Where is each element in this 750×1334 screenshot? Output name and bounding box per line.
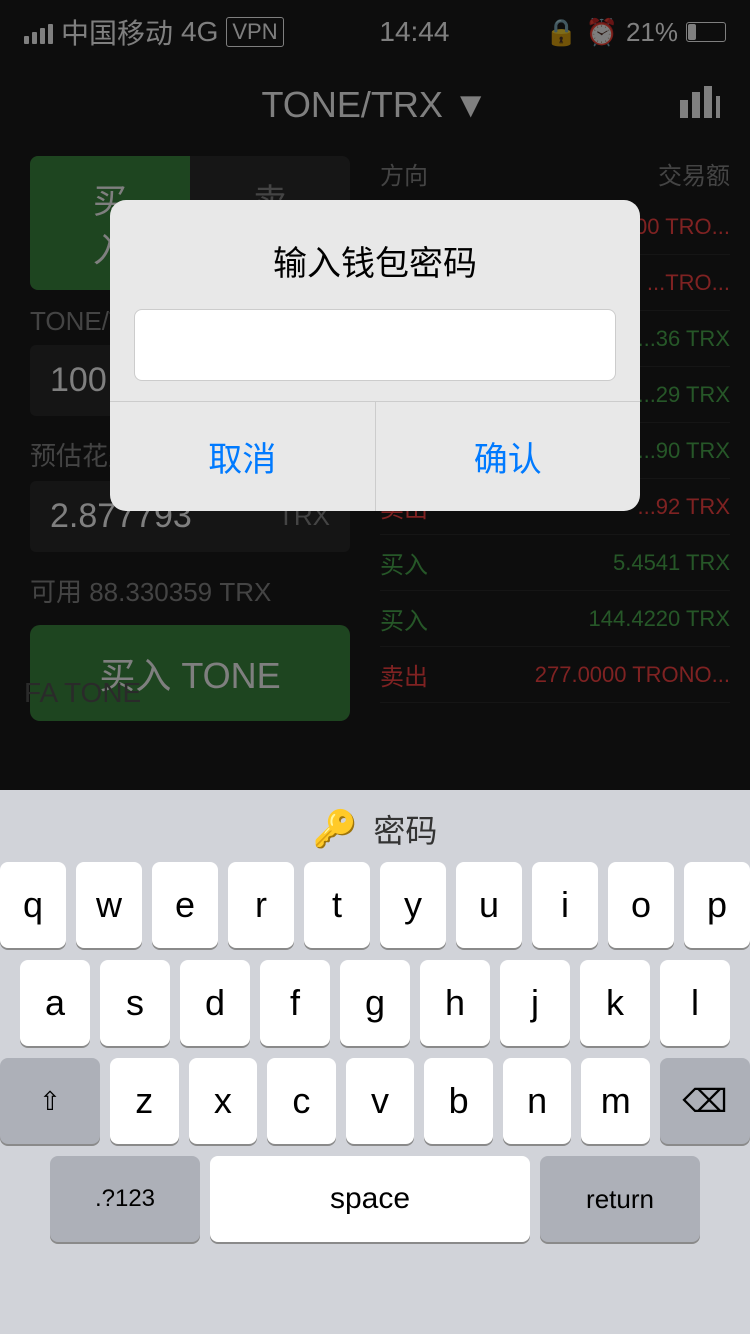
key-row-3: ⇧ z x c v b n m ⌫ bbox=[0, 1058, 750, 1144]
key-n[interactable]: n bbox=[503, 1058, 572, 1144]
key-b[interactable]: b bbox=[424, 1058, 493, 1144]
key-j[interactable]: j bbox=[500, 960, 570, 1046]
key-v[interactable]: v bbox=[346, 1058, 415, 1144]
keyboard-hint: 🔑 密码 bbox=[0, 790, 750, 862]
numpad-toggle-key[interactable]: .?123 bbox=[50, 1156, 200, 1242]
shift-key[interactable]: ⇧ bbox=[0, 1058, 100, 1144]
key-l[interactable]: l bbox=[660, 960, 730, 1046]
return-key[interactable]: return bbox=[540, 1156, 700, 1242]
key-z[interactable]: z bbox=[110, 1058, 179, 1144]
key-d[interactable]: d bbox=[180, 960, 250, 1046]
key-s[interactable]: s bbox=[100, 960, 170, 1046]
key-row-2: a s d f g h j k l bbox=[0, 960, 750, 1046]
key-row-4: .?123 space return bbox=[0, 1156, 750, 1242]
cancel-button[interactable]: 取消 bbox=[110, 402, 376, 511]
key-t[interactable]: t bbox=[304, 862, 370, 948]
dialog-title: 输入钱包密码 bbox=[110, 200, 640, 309]
key-w[interactable]: w bbox=[76, 862, 142, 948]
space-key[interactable]: space bbox=[210, 1156, 530, 1242]
keyboard-hint-label: 密码 bbox=[373, 806, 437, 852]
password-dialog: 输入钱包密码 取消 确认 bbox=[110, 200, 640, 511]
key-p[interactable]: p bbox=[684, 862, 750, 948]
key-row-1: q w e r t y u i o p bbox=[0, 862, 750, 948]
key-u[interactable]: u bbox=[456, 862, 522, 948]
key-h[interactable]: h bbox=[420, 960, 490, 1046]
keyboard: 🔑 密码 q w e r t y u i o p a s d f g h j k… bbox=[0, 790, 750, 1334]
dialog-input-container bbox=[110, 309, 640, 401]
key-icon: 🔑 bbox=[313, 808, 358, 850]
key-e[interactable]: e bbox=[152, 862, 218, 948]
key-g[interactable]: g bbox=[340, 960, 410, 1046]
dialog-buttons: 取消 确认 bbox=[110, 401, 640, 511]
key-a[interactable]: a bbox=[20, 960, 90, 1046]
key-y[interactable]: y bbox=[380, 862, 446, 948]
key-c[interactable]: c bbox=[267, 1058, 336, 1144]
key-m[interactable]: m bbox=[581, 1058, 650, 1144]
password-input[interactable] bbox=[134, 309, 616, 381]
confirm-button[interactable]: 确认 bbox=[376, 402, 641, 511]
keyboard-rows: q w e r t y u i o p a s d f g h j k l ⇧ … bbox=[0, 862, 750, 1242]
key-q[interactable]: q bbox=[0, 862, 66, 948]
key-r[interactable]: r bbox=[228, 862, 294, 948]
delete-key[interactable]: ⌫ bbox=[660, 1058, 750, 1144]
key-o[interactable]: o bbox=[608, 862, 674, 948]
key-k[interactable]: k bbox=[580, 960, 650, 1046]
key-f[interactable]: f bbox=[260, 960, 330, 1046]
key-x[interactable]: x bbox=[189, 1058, 258, 1144]
key-i[interactable]: i bbox=[532, 862, 598, 948]
